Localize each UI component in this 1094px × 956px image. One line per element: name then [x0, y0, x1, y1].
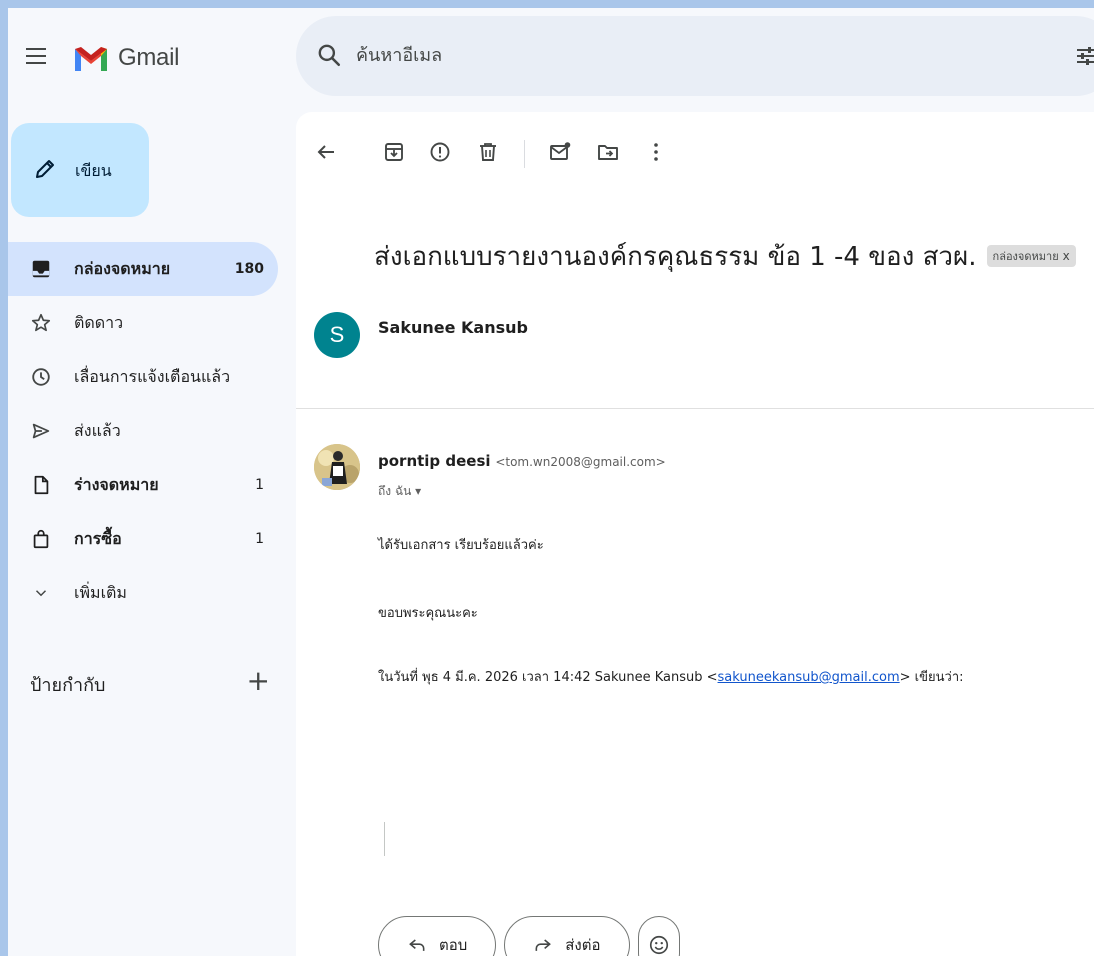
collapsed-message[interactable]: S Sakunee Kansub: [296, 302, 1094, 412]
email-body-line: ขอบพระคุณนะคะ: [378, 606, 478, 621]
back-arrow-icon[interactable]: [314, 140, 338, 164]
sidebar-item-sent[interactable]: ส่งแล้ว: [8, 404, 278, 458]
sidebar-item-purchases[interactable]: การซื้อ 1: [8, 512, 278, 566]
gmail-m-icon: [75, 47, 107, 71]
sidebar-item-drafts[interactable]: ร่างจดหมาย 1: [8, 458, 278, 512]
avatar[interactable]: [314, 444, 360, 490]
compose-label: เขียน: [75, 161, 112, 180]
labels-section: ป้ายกำกับ +: [30, 666, 270, 698]
search-input[interactable]: [356, 40, 956, 70]
emoji-reaction-button[interactable]: [637, 916, 680, 956]
remove-label-button[interactable]: x: [1063, 249, 1070, 263]
search-options-icon[interactable]: [1074, 44, 1094, 68]
sidebar-nav: กล่องจดหมาย 180 ติดดาว เลื่อนการแจ้งเตือ…: [8, 242, 278, 620]
email-view: ส่งเอกแบบรายงานองค์กรคุณธรรม ข้อ 1 -4 ขอ…: [296, 112, 1094, 956]
draft-icon: [30, 474, 52, 496]
reply-icon: [409, 939, 425, 951]
smiley-icon: [649, 935, 668, 955]
sidebar-item-count: 180: [234, 261, 264, 277]
forward-button[interactable]: ส่งต่อ: [504, 916, 630, 956]
compose-button[interactable]: เขียน: [11, 123, 149, 217]
main-menu-button[interactable]: [26, 36, 58, 76]
add-label-button[interactable]: +: [247, 666, 270, 696]
trash-icon[interactable]: [476, 140, 500, 164]
send-icon: [30, 420, 52, 442]
message-actions: ตอบ ส่งต่อ: [378, 916, 680, 956]
sidebar-item-snoozed[interactable]: เลื่อนการแจ้งเตือนแล้ว: [8, 350, 278, 404]
shopping-bag-icon: [30, 528, 52, 550]
sidebar-item-label: ส่งแล้ว: [74, 420, 121, 440]
quoted-text-bar[interactable]: [384, 822, 385, 856]
sidebar-item-starred[interactable]: ติดดาว: [8, 296, 278, 350]
top-bar: Gmail: [8, 8, 1094, 108]
sender-name: Sakunee Kansub: [378, 318, 528, 337]
sidebar-item-count: 1: [255, 477, 264, 493]
avatar[interactable]: S: [314, 312, 360, 358]
report-spam-icon[interactable]: [428, 140, 452, 164]
email-subject: ส่งเอกแบบรายงานองค์กรคุณธรรม ข้อ 1 -4 ขอ…: [374, 241, 977, 272]
message-divider: [296, 408, 1094, 409]
toolbar-divider: [524, 140, 525, 168]
sidebar-item-count: 1: [255, 531, 264, 547]
pencil-icon: [36, 160, 54, 178]
profile-photo-icon: [314, 444, 360, 490]
hamburger-line: [26, 62, 46, 64]
sender-name[interactable]: porntip deesi: [378, 452, 491, 470]
quote-header: ในวันที่ พุธ 4 มี.ค. 2026 เวลา 14:42 Sak…: [378, 666, 964, 687]
sidebar-item-label: ติดดาว: [74, 312, 124, 332]
gmail-window: Gmail เขียน: [8, 8, 1094, 956]
hamburger-line: [26, 55, 46, 57]
label-chip-text: กล่องจดหมาย: [992, 250, 1059, 263]
forward-label: ส่งต่อ: [565, 936, 601, 954]
subject-row: ส่งเอกแบบรายงานองค์กรคุณธรรม ข้อ 1 -4 ขอ…: [374, 236, 1094, 276]
more-vertical-icon[interactable]: [644, 140, 668, 164]
gmail-logo[interactable]: Gmail: [72, 36, 179, 80]
sender-email: <tom.wn2008@gmail.com>: [495, 455, 666, 469]
sidebar-item-more[interactable]: เพิ่มเติม: [8, 566, 278, 620]
inbox-label-chip[interactable]: กล่องจดหมาย x: [986, 245, 1076, 267]
sidebar-item-label: การซื้อ: [74, 528, 122, 548]
quote-prefix: ในวันที่ พุธ 4 มี.ค. 2026 เวลา 14:42 Sak…: [378, 670, 718, 685]
sidebar-item-inbox[interactable]: กล่องจดหมาย 180: [8, 242, 278, 296]
chevron-down-icon: [30, 582, 52, 604]
reply-label: ตอบ: [439, 936, 468, 954]
sidebar-item-label: กล่องจดหมาย: [74, 258, 171, 278]
quote-suffix: > เขียนว่า:: [899, 670, 964, 685]
move-to-icon[interactable]: [596, 140, 620, 164]
search-bar: [296, 16, 1094, 96]
sidebar-item-label: ร่างจดหมาย: [74, 474, 159, 494]
labels-title: ป้ายกำกับ: [30, 675, 106, 696]
email-toolbar: [296, 132, 1094, 172]
search-icon[interactable]: [316, 42, 342, 68]
star-icon: [30, 312, 52, 334]
hamburger-line: [26, 48, 46, 50]
inbox-icon: [30, 258, 52, 280]
archive-icon[interactable]: [382, 140, 406, 164]
sidebar-item-label: เพิ่มเติม: [74, 582, 127, 602]
snooze-icon: [30, 366, 52, 388]
mark-unread-icon[interactable]: [548, 140, 572, 164]
reply-button[interactable]: ตอบ: [378, 916, 497, 956]
email-body-line: ได้รับเอกสาร เรียบร้อยแล้วค่ะ: [378, 538, 544, 553]
sender-line: porntip deesi <tom.wn2008@gmail.com>: [378, 452, 666, 470]
forward-icon: [535, 939, 552, 951]
sidebar-item-label: เลื่อนการแจ้งเตือนแล้ว: [74, 366, 231, 386]
gmail-logo-text: Gmail: [118, 44, 180, 71]
quoted-email-link[interactable]: sakuneekansub@gmail.com: [718, 670, 900, 685]
recipient-details-toggle[interactable]: ถึง ฉัน ▾: [378, 482, 421, 501]
